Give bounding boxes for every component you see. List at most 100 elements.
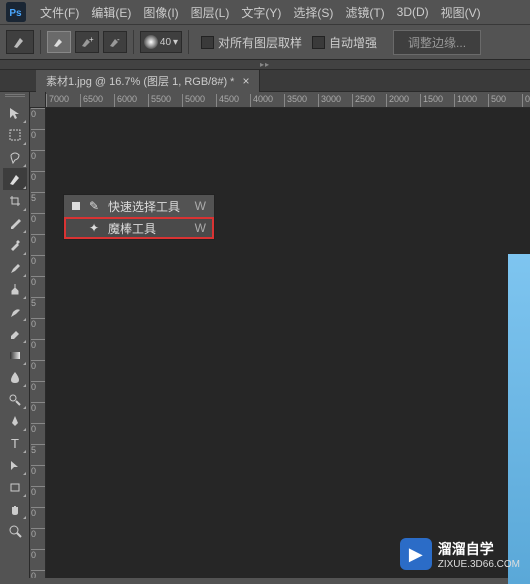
ruler-vertical[interactable]: 00005000050000005000000: [30, 108, 46, 578]
refine-edge-button[interactable]: 调整边缘...: [393, 30, 481, 55]
dodge-tool[interactable]: [3, 388, 27, 410]
quick-selection-tool[interactable]: [3, 168, 27, 190]
gradient-tool[interactable]: [3, 344, 27, 366]
watermark: ▶ 溜溜自学 ZIXUE.3D66.COM: [400, 538, 520, 570]
toolbox-grip-icon[interactable]: [5, 94, 25, 100]
menu-3d[interactable]: 3D(D): [391, 5, 435, 19]
ruler-tick: 0: [31, 255, 46, 265]
divider: [188, 30, 189, 54]
ruler-tick: 5: [31, 444, 46, 454]
type-tool[interactable]: T: [3, 432, 27, 454]
ruler-tick: 0: [31, 402, 46, 412]
ruler-tick: 3500: [284, 94, 307, 108]
chevron-down-icon: ▾: [173, 37, 178, 48]
brush-size-picker[interactable]: 40 ▾: [140, 31, 182, 53]
clone-stamp-tool[interactable]: [3, 278, 27, 300]
options-bar: + - 40 ▾ 对所有图层取样 自动增强 调整边缘...: [0, 24, 530, 60]
collapse-dots-icon: ▸▸: [260, 60, 270, 69]
brush-tool[interactable]: [3, 256, 27, 278]
ruler-tick: 0: [31, 570, 46, 578]
ruler-tick: 0: [31, 360, 46, 370]
ruler-tick: 5000: [182, 94, 205, 108]
history-brush-tool[interactable]: [3, 300, 27, 322]
flyout-shortcut: W: [195, 199, 206, 213]
marquee-tool[interactable]: [3, 124, 27, 146]
document-tabs: 素材1.jpg @ 16.7% (图层 1, RGB/8#) * ×: [0, 70, 530, 92]
menu-filter[interactable]: 滤镜(T): [339, 4, 390, 21]
ruler-tick: 0: [31, 171, 46, 181]
checkbox-icon: [201, 36, 214, 49]
selection-subtract-icon[interactable]: -: [103, 31, 127, 53]
flyout-label: 快速选择工具: [108, 198, 189, 215]
menubar: Ps 文件(F) 编辑(E) 图像(I) 图层(L) 文字(Y) 选择(S) 滤…: [0, 0, 530, 24]
document-tab[interactable]: 素材1.jpg @ 16.7% (图层 1, RGB/8#) * ×: [36, 70, 260, 92]
sample-all-label: 对所有图层取样: [218, 34, 302, 51]
ruler-tick: 3000: [318, 94, 341, 108]
menu-select[interactable]: 选择(S): [287, 4, 339, 21]
hand-tool[interactable]: [3, 498, 27, 520]
zoom-tool[interactable]: [3, 520, 27, 542]
move-tool[interactable]: [3, 102, 27, 124]
watermark-logo-icon: ▶: [400, 538, 432, 570]
blur-tool[interactable]: [3, 366, 27, 388]
ruler-tick: 2500: [352, 94, 375, 108]
flyout-shortcut: W: [195, 221, 206, 235]
ruler-tick: 7000: [46, 94, 69, 108]
checkbox-icon: [312, 36, 325, 49]
auto-enhance-checkbox[interactable]: 自动增强: [312, 34, 377, 51]
ruler-tick: 0: [31, 528, 46, 538]
toolbox: T: [0, 92, 30, 578]
svg-text:T: T: [11, 436, 19, 450]
path-selection-tool[interactable]: [3, 454, 27, 476]
ruler-tick: 5500: [148, 94, 171, 108]
tool-flyout: ✎ 快速选择工具 W ✦ 魔棒工具 W: [63, 194, 215, 240]
selection-add-icon[interactable]: +: [75, 31, 99, 53]
eraser-tool[interactable]: [3, 322, 27, 344]
ruler-tick: 0: [31, 318, 46, 328]
divider: [40, 30, 41, 54]
ruler-tick: 0: [31, 465, 46, 475]
menu-image[interactable]: 图像(I): [137, 4, 184, 21]
ruler-tick: 0: [31, 213, 46, 223]
close-icon[interactable]: ×: [242, 74, 249, 88]
ruler-tick: 5: [31, 192, 46, 202]
collapse-strip[interactable]: ▸▸: [0, 60, 530, 70]
menu-view[interactable]: 视图(V): [435, 4, 487, 21]
healing-brush-tool[interactable]: [3, 234, 27, 256]
ruler-tick: 500: [488, 94, 506, 108]
ruler-tick: 0: [31, 108, 46, 118]
ruler-tick: 0: [31, 276, 46, 286]
crop-tool[interactable]: [3, 190, 27, 212]
document-tab-title: 素材1.jpg @ 16.7% (图层 1, RGB/8#) *: [46, 73, 234, 89]
sample-all-layers-checkbox[interactable]: 对所有图层取样: [201, 34, 302, 51]
flyout-label: 魔棒工具: [108, 220, 189, 237]
menu-edit[interactable]: 编辑(E): [85, 4, 137, 21]
svg-text:Ps: Ps: [9, 8, 22, 19]
ruler-tick: 0: [31, 381, 46, 391]
ruler-tick: 2000: [386, 94, 409, 108]
flyout-magic-wand[interactable]: ✦ 魔棒工具 W: [64, 217, 214, 239]
magic-wand-icon: ✦: [86, 221, 102, 235]
brush-size-value: 40: [160, 37, 171, 48]
ruler-tick: 4000: [250, 94, 273, 108]
lasso-tool[interactable]: [3, 146, 27, 168]
ruler-horizontal[interactable]: 7000650060005500500045004000350030002500…: [46, 92, 530, 108]
ruler-tick: 0: [522, 94, 530, 108]
menu-type[interactable]: 文字(Y): [235, 4, 287, 21]
rectangle-tool[interactable]: [3, 476, 27, 498]
flyout-quick-selection[interactable]: ✎ 快速选择工具 W: [64, 195, 214, 217]
ruler-tick: 1000: [454, 94, 477, 108]
menu-layer[interactable]: 图层(L): [185, 4, 236, 21]
ruler-tick: 1500: [420, 94, 443, 108]
ruler-tick: 6500: [80, 94, 103, 108]
ruler-tick: 0: [31, 129, 46, 139]
menu-file[interactable]: 文件(F): [34, 4, 85, 21]
ruler-tick: 0: [31, 234, 46, 244]
ruler-tick: 0: [31, 507, 46, 517]
selection-new-icon[interactable]: [47, 31, 71, 53]
tool-preset-picker[interactable]: [6, 30, 34, 54]
eyedropper-tool[interactable]: [3, 212, 27, 234]
check-icon: [72, 202, 80, 210]
pen-tool[interactable]: [3, 410, 27, 432]
canvas[interactable]: ✎ 快速选择工具 W ✦ 魔棒工具 W ▶ 溜溜自学 ZIXUE.3D66.CO…: [46, 108, 530, 578]
